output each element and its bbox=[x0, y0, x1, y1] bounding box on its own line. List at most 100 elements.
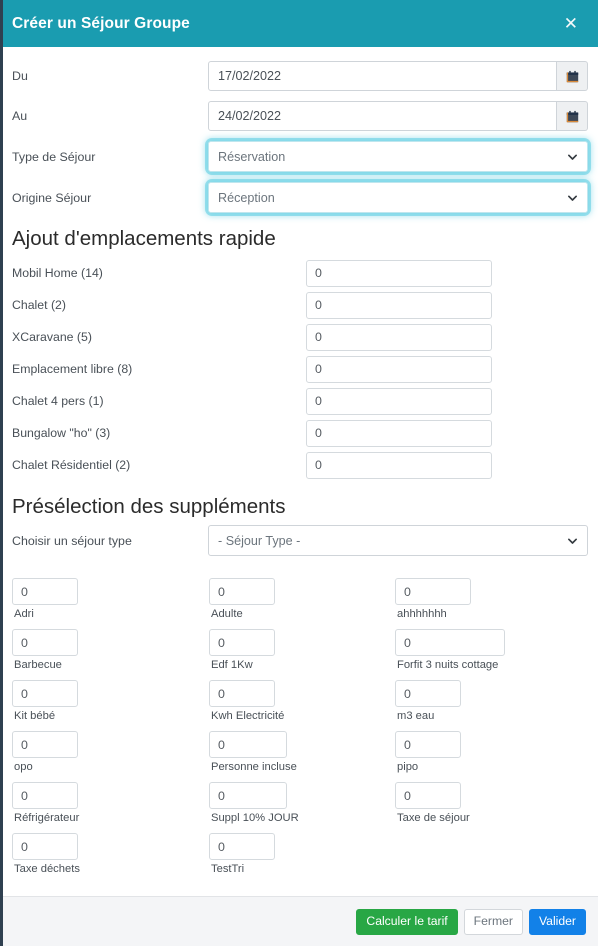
modal-body: Du Au bbox=[0, 47, 598, 896]
supplement-label: ahhhhhhh bbox=[397, 608, 447, 620]
emplacement-quantity-input[interactable] bbox=[306, 355, 492, 383]
sejour-type-select[interactable]: - Séjour Type - bbox=[208, 525, 588, 556]
supplement-quantity-input[interactable] bbox=[209, 578, 275, 605]
date-to-input[interactable] bbox=[208, 101, 557, 131]
emplacement-quantity-input[interactable] bbox=[306, 259, 492, 287]
supplement-cell: opo bbox=[12, 731, 209, 773]
emplacement-quantity-input[interactable] bbox=[306, 323, 492, 351]
supplement-quantity-input[interactable] bbox=[395, 578, 471, 605]
emplacement-label: Mobil Home (14) bbox=[12, 266, 103, 280]
supplement-quantity-input[interactable] bbox=[395, 629, 505, 656]
supplement-cell: Suppl 10% JOUR bbox=[209, 782, 395, 824]
supplement-cell: Forfit 3 nuits cottage bbox=[395, 629, 588, 671]
supplement-quantity-input[interactable] bbox=[209, 782, 287, 809]
supplement-label: opo bbox=[14, 761, 33, 773]
supplement-quantity-input[interactable] bbox=[12, 833, 78, 860]
close-icon[interactable]: ✕ bbox=[560, 13, 582, 34]
modal-footer: Calculer le tarif Fermer Valider bbox=[0, 896, 598, 946]
emplacement-row: Bungalow "ho" (3) bbox=[10, 417, 588, 449]
supplement-cell: Edf 1Kw bbox=[209, 629, 395, 671]
supplements-section-title: Présélection des suppléments bbox=[12, 495, 286, 518]
label-type-sejour: Type de Séjour bbox=[12, 149, 96, 164]
type-sejour-select-wrap: Réservation bbox=[208, 141, 588, 172]
supplement-quantity-input[interactable] bbox=[395, 782, 461, 809]
supplement-quantity-input[interactable] bbox=[12, 731, 78, 758]
supplement-label: m3 eau bbox=[397, 710, 435, 722]
supplement-cell: Adri bbox=[12, 578, 209, 620]
supplement-label: TestTri bbox=[211, 863, 245, 875]
supplement-label: Adulte bbox=[211, 608, 243, 620]
emplacement-label: Bungalow "ho" (3) bbox=[12, 426, 111, 440]
field-sejour-type: Choisir un séjour type - Séjour Type - bbox=[10, 525, 588, 556]
supplement-quantity-input[interactable] bbox=[12, 782, 78, 809]
type-sejour-select[interactable]: Réservation bbox=[208, 141, 588, 172]
field-type-sejour: Type de Séjour Réservation bbox=[10, 141, 588, 172]
supplement-quantity-input[interactable] bbox=[395, 680, 461, 707]
origine-sejour-value: Réception bbox=[218, 190, 275, 205]
chevron-down-icon bbox=[568, 538, 577, 544]
sejour-type-value: - Séjour Type - bbox=[218, 533, 301, 548]
modal-header: Créer un Séjour Groupe ✕ bbox=[0, 0, 598, 47]
chevron-down-icon bbox=[568, 154, 577, 160]
supplement-cell: Réfrigérateur bbox=[12, 782, 209, 824]
supplement-quantity-input[interactable] bbox=[12, 629, 78, 656]
field-date-from: Du bbox=[10, 61, 588, 91]
emplacement-row: XCaravane (5) bbox=[10, 321, 588, 353]
emplacements-list: Mobil Home (14) Chalet (2) XCaravane (5) Em… bbox=[10, 257, 588, 481]
supplement-cell: Taxe de séjour bbox=[395, 782, 588, 824]
fermer-button[interactable]: Fermer bbox=[463, 908, 523, 935]
emplacement-label: Chalet 4 pers (1) bbox=[12, 394, 104, 408]
calculer-tarif-button[interactable]: Calculer le tarif bbox=[356, 908, 458, 935]
emplacement-label: Emplacement libre (8) bbox=[12, 362, 133, 376]
supplement-label: Réfrigérateur bbox=[14, 812, 80, 824]
supplement-quantity-input[interactable] bbox=[12, 680, 78, 707]
supplement-label: Kwh Electricité bbox=[211, 710, 285, 722]
emplacement-row: Chalet (2) bbox=[10, 289, 588, 321]
emplacement-quantity-input[interactable] bbox=[306, 419, 492, 447]
calendar-icon[interactable] bbox=[557, 101, 588, 131]
emplacement-label: Chalet Résidentiel (2) bbox=[12, 458, 131, 472]
supplement-cell: Kit bébé bbox=[12, 680, 209, 722]
supplement-cell: Personne incluse bbox=[209, 731, 395, 773]
supplement-quantity-input[interactable] bbox=[209, 629, 275, 656]
valider-button[interactable]: Valider bbox=[528, 908, 586, 935]
origine-sejour-select[interactable]: Réception bbox=[208, 182, 588, 213]
emplacement-row: Emplacement libre (8) bbox=[10, 353, 588, 385]
supplement-label: Forfit 3 nuits cottage bbox=[397, 659, 499, 671]
emplacement-label: XCaravane (5) bbox=[12, 330, 92, 344]
emplacement-row: Mobil Home (14) bbox=[10, 257, 588, 289]
emplacement-quantity-input[interactable] bbox=[306, 291, 492, 319]
supplement-quantity-input[interactable] bbox=[395, 731, 461, 758]
supplement-label: Edf 1Kw bbox=[211, 659, 253, 671]
emplacement-quantity-input[interactable] bbox=[306, 387, 492, 415]
emplacements-section-title: Ajout d'emplacements rapide bbox=[12, 227, 276, 250]
chevron-down-icon bbox=[568, 195, 577, 201]
supplement-quantity-input[interactable] bbox=[12, 578, 78, 605]
supplement-quantity-input[interactable] bbox=[209, 680, 275, 707]
supplement-label: Adri bbox=[14, 608, 34, 620]
emplacement-label: Chalet (2) bbox=[12, 298, 66, 312]
label-origine-sejour: Origine Séjour bbox=[12, 190, 92, 205]
date-from-input[interactable] bbox=[208, 61, 557, 91]
supplement-label: pipo bbox=[397, 761, 419, 773]
field-origine-sejour: Origine Séjour Réception bbox=[10, 182, 588, 213]
label-sejour-type: Choisir un séjour type bbox=[12, 533, 132, 548]
supplement-cell: Adulte bbox=[209, 578, 395, 620]
emplacement-quantity-input[interactable] bbox=[306, 451, 492, 479]
supplement-label: Kit bébé bbox=[14, 710, 56, 722]
label-date-to: Au bbox=[12, 109, 28, 123]
page-title: Créer un Séjour Groupe bbox=[12, 14, 190, 32]
supplement-cell: pipo bbox=[395, 731, 588, 773]
emplacement-row: Chalet 4 pers (1) bbox=[10, 385, 588, 417]
supplement-label: Taxe déchets bbox=[14, 863, 80, 875]
supplements-grid: Adri Adulte ahhhhhhh Barbecue Edf 1Kw Forfit … bbox=[10, 578, 588, 884]
supplement-cell: Kwh Electricité bbox=[209, 680, 395, 722]
supplement-label: Barbecue bbox=[14, 659, 62, 671]
supplement-quantity-input[interactable] bbox=[209, 833, 275, 860]
supplement-quantity-input[interactable] bbox=[209, 731, 287, 758]
left-rail bbox=[0, 0, 3, 946]
calendar-icon[interactable] bbox=[557, 61, 588, 91]
supplement-label: Personne incluse bbox=[211, 761, 297, 773]
create-group-stay-modal: Créer un Séjour Groupe ✕ Du 17/02/2022 A… bbox=[0, 0, 598, 946]
supplement-label: Suppl 10% JOUR bbox=[211, 812, 299, 824]
